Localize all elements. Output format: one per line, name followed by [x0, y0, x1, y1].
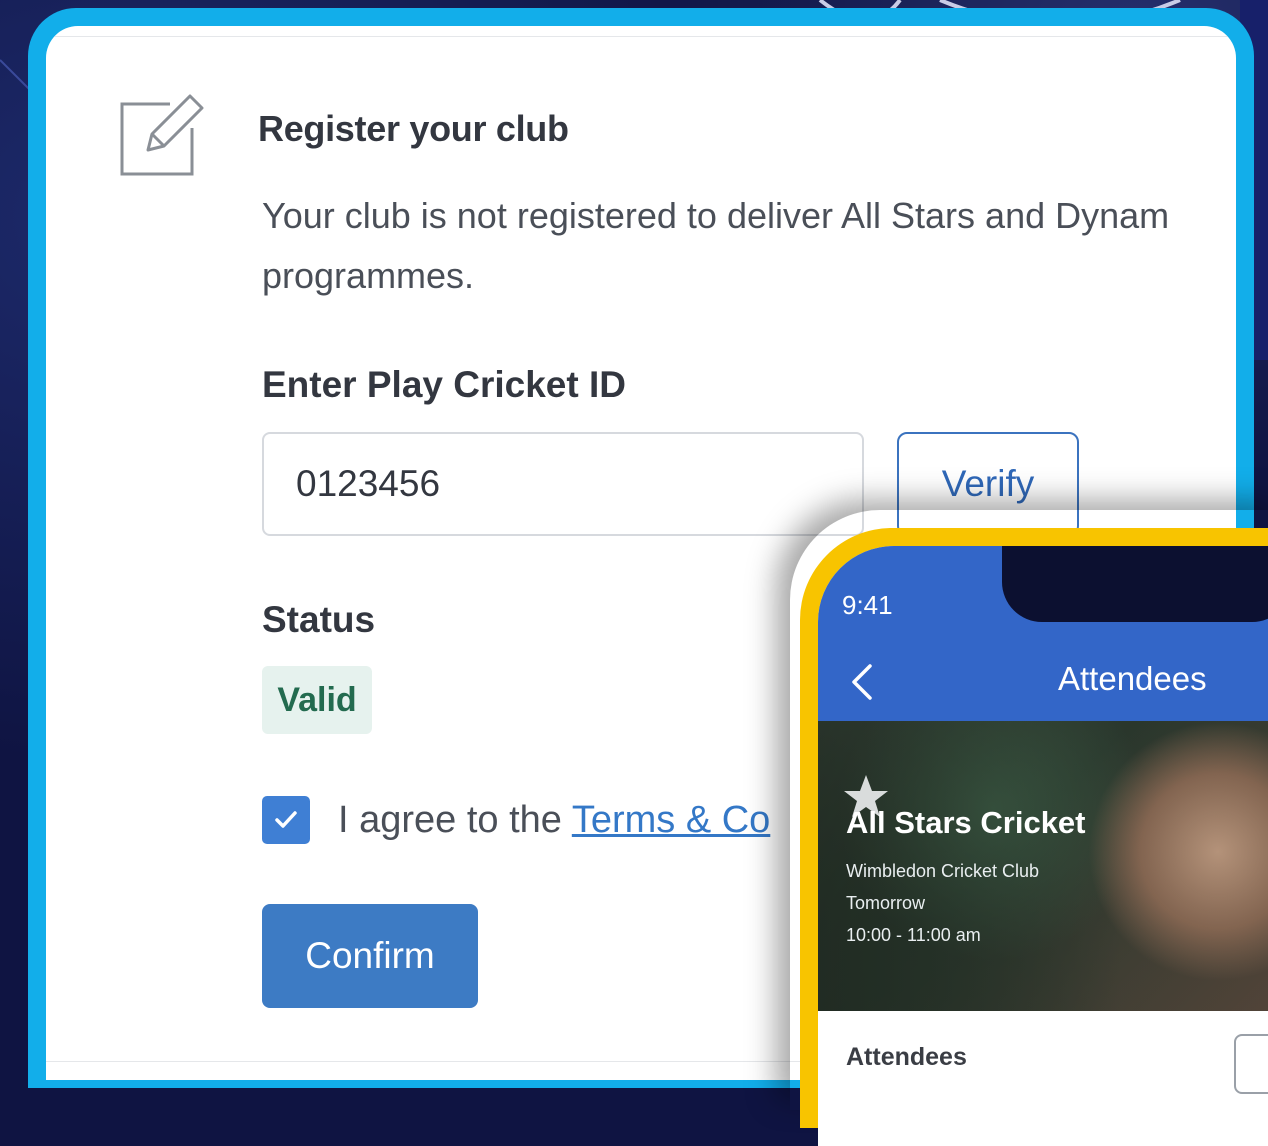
edit-icon: [120, 94, 204, 176]
phone-status-time: 9:41: [842, 590, 893, 620]
event-title: All Stars Cricket: [846, 805, 1086, 840]
terms-link[interactable]: Terms & Co: [572, 799, 770, 841]
event-hero-image[interactable]: All Stars Cricket Wimbledon Cricket Club…: [818, 721, 1268, 1011]
terms-agreement-row: I agree to the Terms & Co: [262, 794, 770, 846]
phone-screen-title: Attendees: [1058, 660, 1207, 697]
event-day: Tomorrow: [846, 893, 926, 913]
phone-screen: 9:41 Attendees All Stars Cricket Wimbled…: [818, 546, 1268, 1146]
play-cricket-id-label: Enter Play Cricket ID: [262, 364, 626, 405]
attendees-action-button[interactable]: [1234, 1034, 1268, 1094]
description-line-1: Your club is not registered to deliver A…: [262, 195, 1170, 236]
chevron-left-icon[interactable]: [848, 662, 874, 702]
status-badge: Valid: [262, 666, 372, 734]
status-label: Status: [262, 599, 376, 640]
checkmark-icon: [275, 811, 297, 828]
event-club: Wimbledon Cricket Club: [846, 861, 1040, 881]
description-line-2: programmes.: [262, 255, 475, 296]
attendees-section-label: Attendees: [846, 1043, 967, 1071]
card-divider-top: [46, 36, 1236, 37]
terms-agreement-text: I agree to the Terms & Co: [338, 799, 770, 842]
phone-notch: [1002, 546, 1268, 622]
play-cricket-id-input[interactable]: [262, 432, 864, 536]
agree-prefix: I agree to the: [338, 798, 572, 841]
event-time: 10:00 - 11:00 am: [846, 925, 981, 945]
registration-description: Your club is not registered to deliver A…: [262, 186, 1236, 306]
terms-checkbox[interactable]: [262, 796, 310, 844]
page-title: Register your club: [258, 108, 569, 149]
confirm-button[interactable]: Confirm: [262, 904, 478, 1008]
